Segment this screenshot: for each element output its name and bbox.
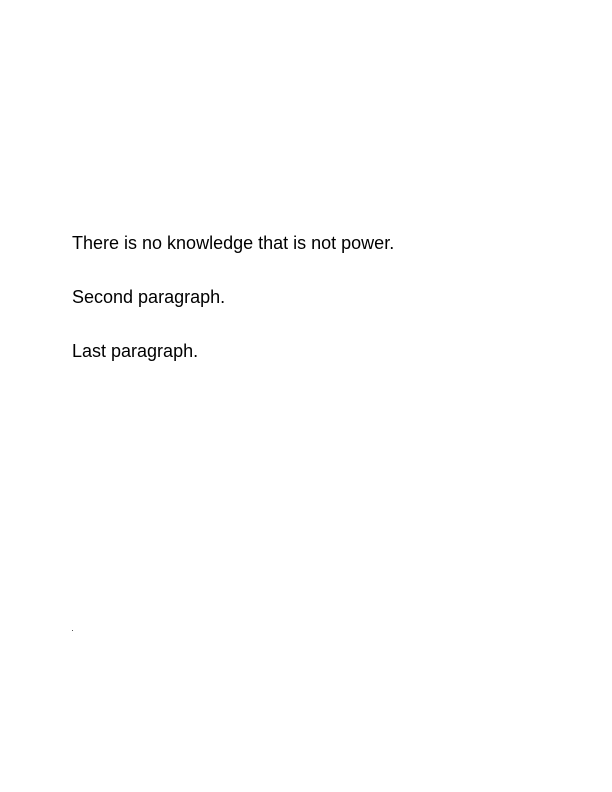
stray-mark — [72, 630, 73, 631]
document-page: There is no knowledge that is not power.… — [0, 0, 612, 792]
paragraph-3: Last paragraph. — [72, 341, 199, 361]
paragraph-2: Second paragraph. — [72, 287, 226, 307]
paragraph-1: There is no knowledge that is not power. — [72, 233, 395, 253]
